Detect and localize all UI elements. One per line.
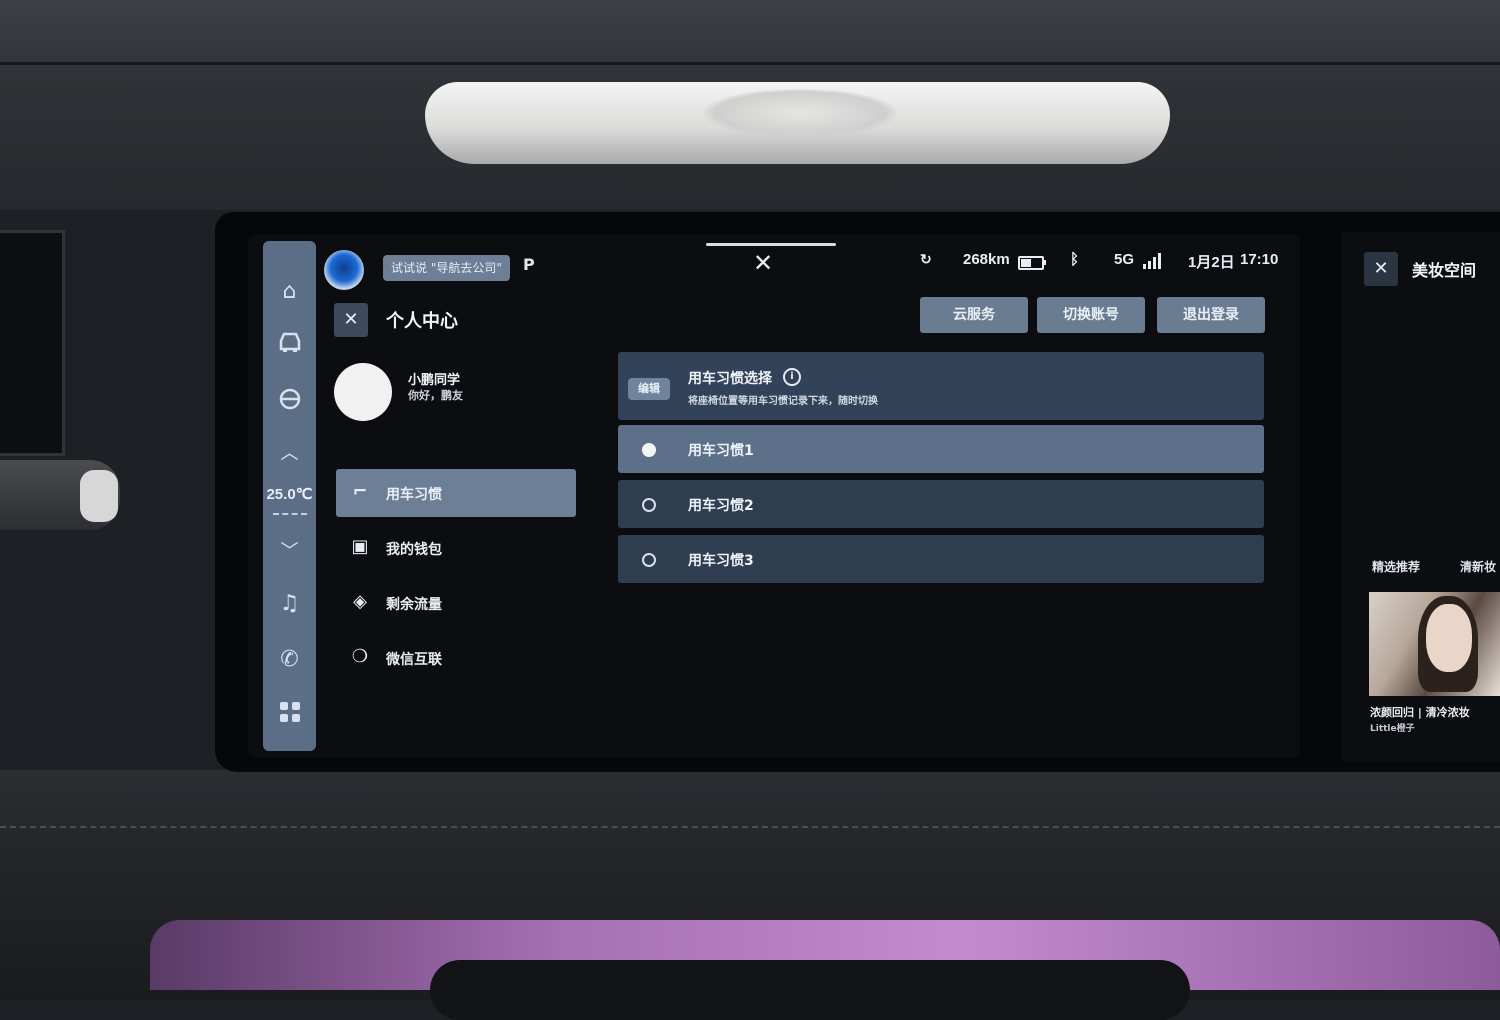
wallet-icon: ▣ (351, 536, 369, 557)
habit-selection-subtitle: 将座椅位置等用车习惯记录下来，随时切换 (688, 396, 878, 407)
radio-unselected[interactable] (642, 553, 656, 567)
home-icon[interactable]: ⌂ (263, 279, 316, 304)
leather-stitch (0, 826, 1500, 828)
page-title: 个人中心 (386, 311, 458, 332)
voice-hint-chip[interactable]: 试试说 "导航去公司" (383, 255, 510, 281)
steering-wheel-icon[interactable] (263, 387, 316, 417)
video-thumbnail-face (1426, 604, 1472, 672)
cloud-service-button[interactable]: 云服务 (920, 297, 1028, 333)
air-vent (430, 960, 1190, 1020)
habit-option-3[interactable]: 用车习惯3 (618, 535, 1264, 583)
seat-icon: ⌐ (352, 481, 368, 502)
radio-selected[interactable] (642, 443, 656, 457)
brand-logo-icon: ✕ (753, 249, 774, 277)
wechat-icon: ❍ (351, 646, 369, 667)
parking-icon[interactable]: P (523, 255, 535, 274)
network-readout: 5G (1114, 251, 1135, 268)
steering-stalk-tip (80, 470, 118, 522)
info-icon[interactable]: i (783, 368, 801, 386)
passenger-screen: ✕ 美妆空间 精选推荐 清新妆 浓颜回归 | 清冷浓妆 Little橙子 (1342, 232, 1500, 762)
video-caption[interactable]: 浓颜回归 | 清冷浓妆 (1370, 704, 1470, 720)
tab-fresh-makeup[interactable]: 清新妆 (1460, 558, 1496, 575)
habit-option-1[interactable]: 用车习惯1 (618, 425, 1264, 473)
user-avatar[interactable] (334, 363, 392, 421)
range-readout: 268km (963, 251, 1010, 268)
car-icon[interactable] (263, 331, 316, 359)
apps-grid-icon[interactable] (263, 701, 316, 729)
logout-button[interactable]: 退出登录 (1157, 297, 1265, 333)
bluetooth-icon[interactable]: ᛒ (1070, 251, 1079, 268)
menu-item-label: 剩余流量 (386, 597, 442, 613)
menu-item-remaining-data[interactable]: ◈ 剩余流量 (336, 579, 576, 627)
menu-item-label: 我的钱包 (386, 542, 442, 558)
temp-up-icon[interactable]: ︿ (263, 439, 316, 465)
close-button[interactable]: ✕ (334, 303, 368, 337)
speaker-grille (700, 88, 900, 138)
habit-option-label: 用车习惯2 (688, 498, 754, 514)
video-author: Little橙子 (1370, 724, 1415, 734)
instrument-panel-edge (0, 230, 65, 456)
music-icon[interactable]: ♫ (263, 591, 316, 616)
edit-button[interactable]: 编辑 (628, 378, 670, 400)
sos-icon[interactable]: ↻ (920, 251, 932, 268)
temperature-divider (273, 513, 307, 515)
phone-icon[interactable]: ✆ (263, 647, 316, 672)
signal-icon (1143, 253, 1161, 269)
time-readout: 17:10 (1240, 251, 1279, 268)
infotainment-screen: ⌂ ︿ 25.0℃ ﹀ ♫ ✆ 试试说 "导航去公司" P ✕ ↻ 268km … (248, 235, 1300, 757)
habit-option-label: 用车习惯1 (688, 443, 754, 459)
dashboard-seam (0, 62, 1500, 65)
menu-item-wechat[interactable]: ❍ 微信互联 (336, 634, 576, 682)
habit-option-label: 用车习惯3 (688, 553, 754, 569)
user-greeting: 你好，鹏友 (408, 389, 463, 402)
habit-option-2[interactable]: 用车习惯2 (618, 480, 1264, 528)
habit-selection-header: 编辑 用车习惯选择 i 将座椅位置等用车习惯记录下来，随时切换 (618, 352, 1264, 420)
menu-item-label: 用车习惯 (386, 487, 442, 503)
date-readout: 1月2日 (1188, 254, 1235, 271)
pull-down-handle[interactable] (706, 243, 836, 246)
radio-unselected[interactable] (642, 498, 656, 512)
temp-down-icon[interactable]: ﹀ (263, 537, 316, 563)
menu-item-label: 微信互联 (386, 652, 442, 668)
data-icon: ◈ (353, 591, 367, 612)
user-name: 小鹏同学 (408, 373, 461, 388)
menu-item-driving-habits[interactable]: ⌐ 用车习惯 (336, 469, 576, 517)
battery-icon (1018, 256, 1044, 270)
passenger-page-title: 美妆空间 (1412, 261, 1477, 280)
switch-account-button[interactable]: 切换账号 (1037, 297, 1145, 333)
battery-cap (1044, 260, 1046, 265)
temperature-readout: 25.0℃ (266, 486, 313, 503)
menu-item-wallet[interactable]: ▣ 我的钱包 (336, 524, 576, 572)
side-dock: ⌂ ︿ 25.0℃ ﹀ ♫ ✆ (263, 241, 316, 751)
voice-assistant-avatar[interactable] (324, 250, 364, 290)
habit-selection-title: 用车习惯选择 (688, 371, 772, 387)
tab-featured[interactable]: 精选推荐 (1372, 558, 1420, 575)
close-button[interactable]: ✕ (1364, 252, 1398, 286)
